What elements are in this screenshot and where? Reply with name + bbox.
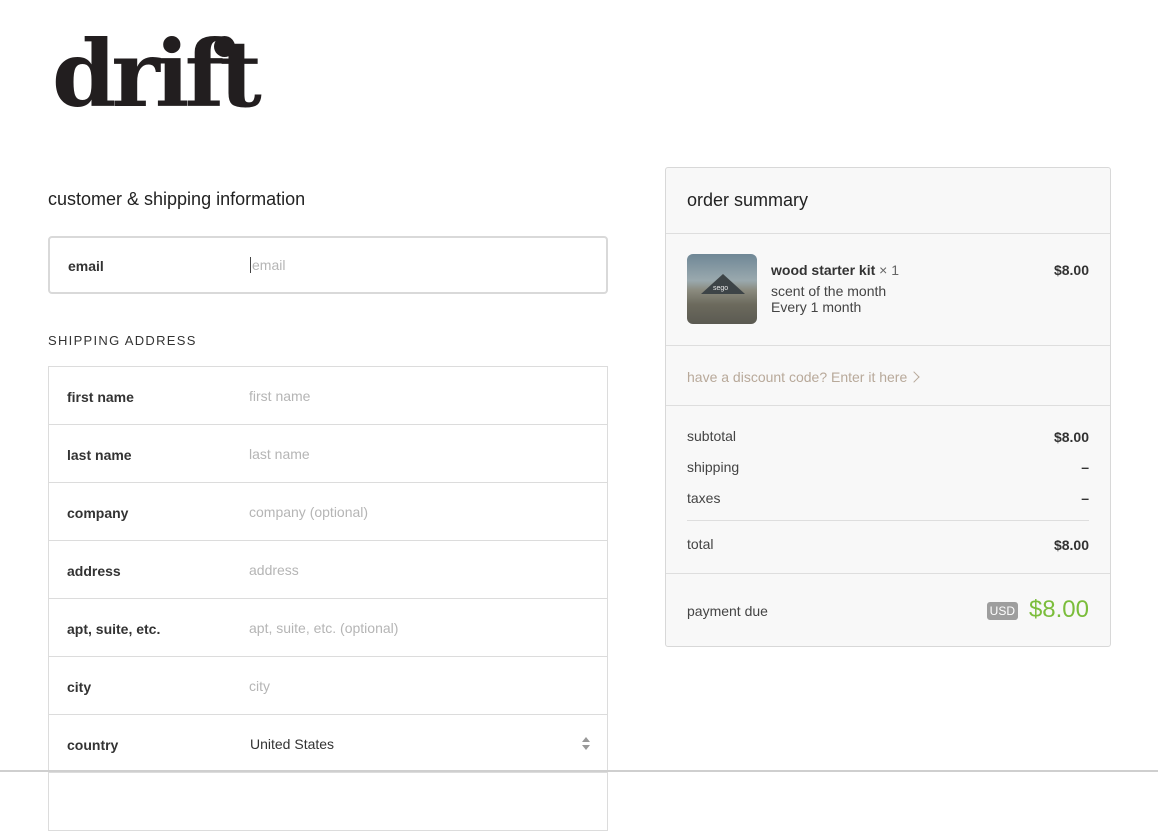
last-name-input[interactable] — [249, 446, 579, 462]
item-price: $8.00 — [1053, 262, 1089, 278]
last-name-label: last name — [67, 447, 132, 463]
apt-suite-label: apt, suite, etc. — [67, 621, 161, 637]
first-name-input[interactable] — [249, 388, 579, 404]
payment-due-amount: $8.00 — [1028, 596, 1089, 623]
chevron-right-icon — [908, 371, 920, 383]
apt-suite-field[interactable]: apt, suite, etc. — [49, 599, 607, 657]
company-label: company — [67, 505, 129, 521]
divider — [666, 233, 1110, 234]
discount-code-text: have a discount code? Enter it here — [687, 369, 908, 385]
company-field[interactable]: company — [49, 483, 607, 541]
logo-dot — [214, 36, 235, 57]
address-input[interactable] — [249, 562, 579, 578]
item-frequency: Every 1 month — [771, 299, 862, 315]
discount-code-link[interactable]: have a discount code? Enter it here — [687, 369, 920, 385]
company-input[interactable] — [249, 504, 579, 520]
total-value: $8.00 — [1053, 537, 1089, 553]
taxes-label: taxes — [687, 490, 721, 506]
shipping-value: – — [1081, 459, 1089, 475]
shipping-address-form: first name last name company address apt… — [48, 366, 608, 831]
drift-logo: drift — [52, 28, 262, 134]
country-value[interactable]: United States — [250, 736, 334, 752]
total-label: total — [687, 536, 714, 552]
select-arrows-icon[interactable] — [582, 737, 590, 751]
divider — [666, 573, 1110, 574]
order-summary-title: order summary — [687, 190, 809, 210]
item-quantity: × 1 — [879, 262, 899, 278]
taxes-value: – — [1081, 490, 1089, 506]
item-variant: scent of the month — [771, 283, 887, 299]
subtotal-value: $8.00 — [1053, 429, 1089, 445]
email-label: email — [68, 258, 104, 274]
product-image: sego — [687, 254, 757, 324]
city-input[interactable] — [249, 678, 579, 694]
item-name: wood starter kit × 1 — [771, 262, 899, 278]
last-name-field[interactable]: last name — [49, 425, 607, 483]
divider — [666, 345, 1110, 346]
city-field[interactable]: city — [49, 657, 607, 715]
shipping-address-heading: SHIPPING ADDRESS — [48, 333, 197, 348]
shipping-label: shipping — [687, 459, 740, 475]
page-title: customer & shipping information — [48, 189, 306, 209]
first-name-field[interactable]: first name — [49, 367, 607, 425]
city-label: city — [67, 679, 92, 695]
subtotal-label: subtotal — [687, 428, 737, 444]
country-label: country — [67, 737, 119, 753]
address-label: address — [67, 563, 121, 579]
divider — [666, 405, 1110, 406]
divider — [687, 520, 1089, 521]
email-input[interactable] — [250, 257, 582, 273]
item-name-text: wood starter kit — [771, 262, 876, 278]
product-image-brand: sego — [713, 285, 729, 292]
first-name-label: first name — [67, 389, 134, 405]
order-summary-panel: order summary sego wood starter kit × 1 … — [665, 167, 1111, 647]
next-field-partial[interactable] — [49, 773, 607, 831]
payment-due-label: payment due — [687, 603, 768, 619]
email-field[interactable]: email — [48, 236, 608, 294]
address-field[interactable]: address — [49, 541, 607, 599]
currency-badge: USD — [986, 602, 1018, 620]
country-select[interactable]: country United States — [49, 715, 607, 773]
apt-suite-input[interactable] — [249, 620, 579, 636]
